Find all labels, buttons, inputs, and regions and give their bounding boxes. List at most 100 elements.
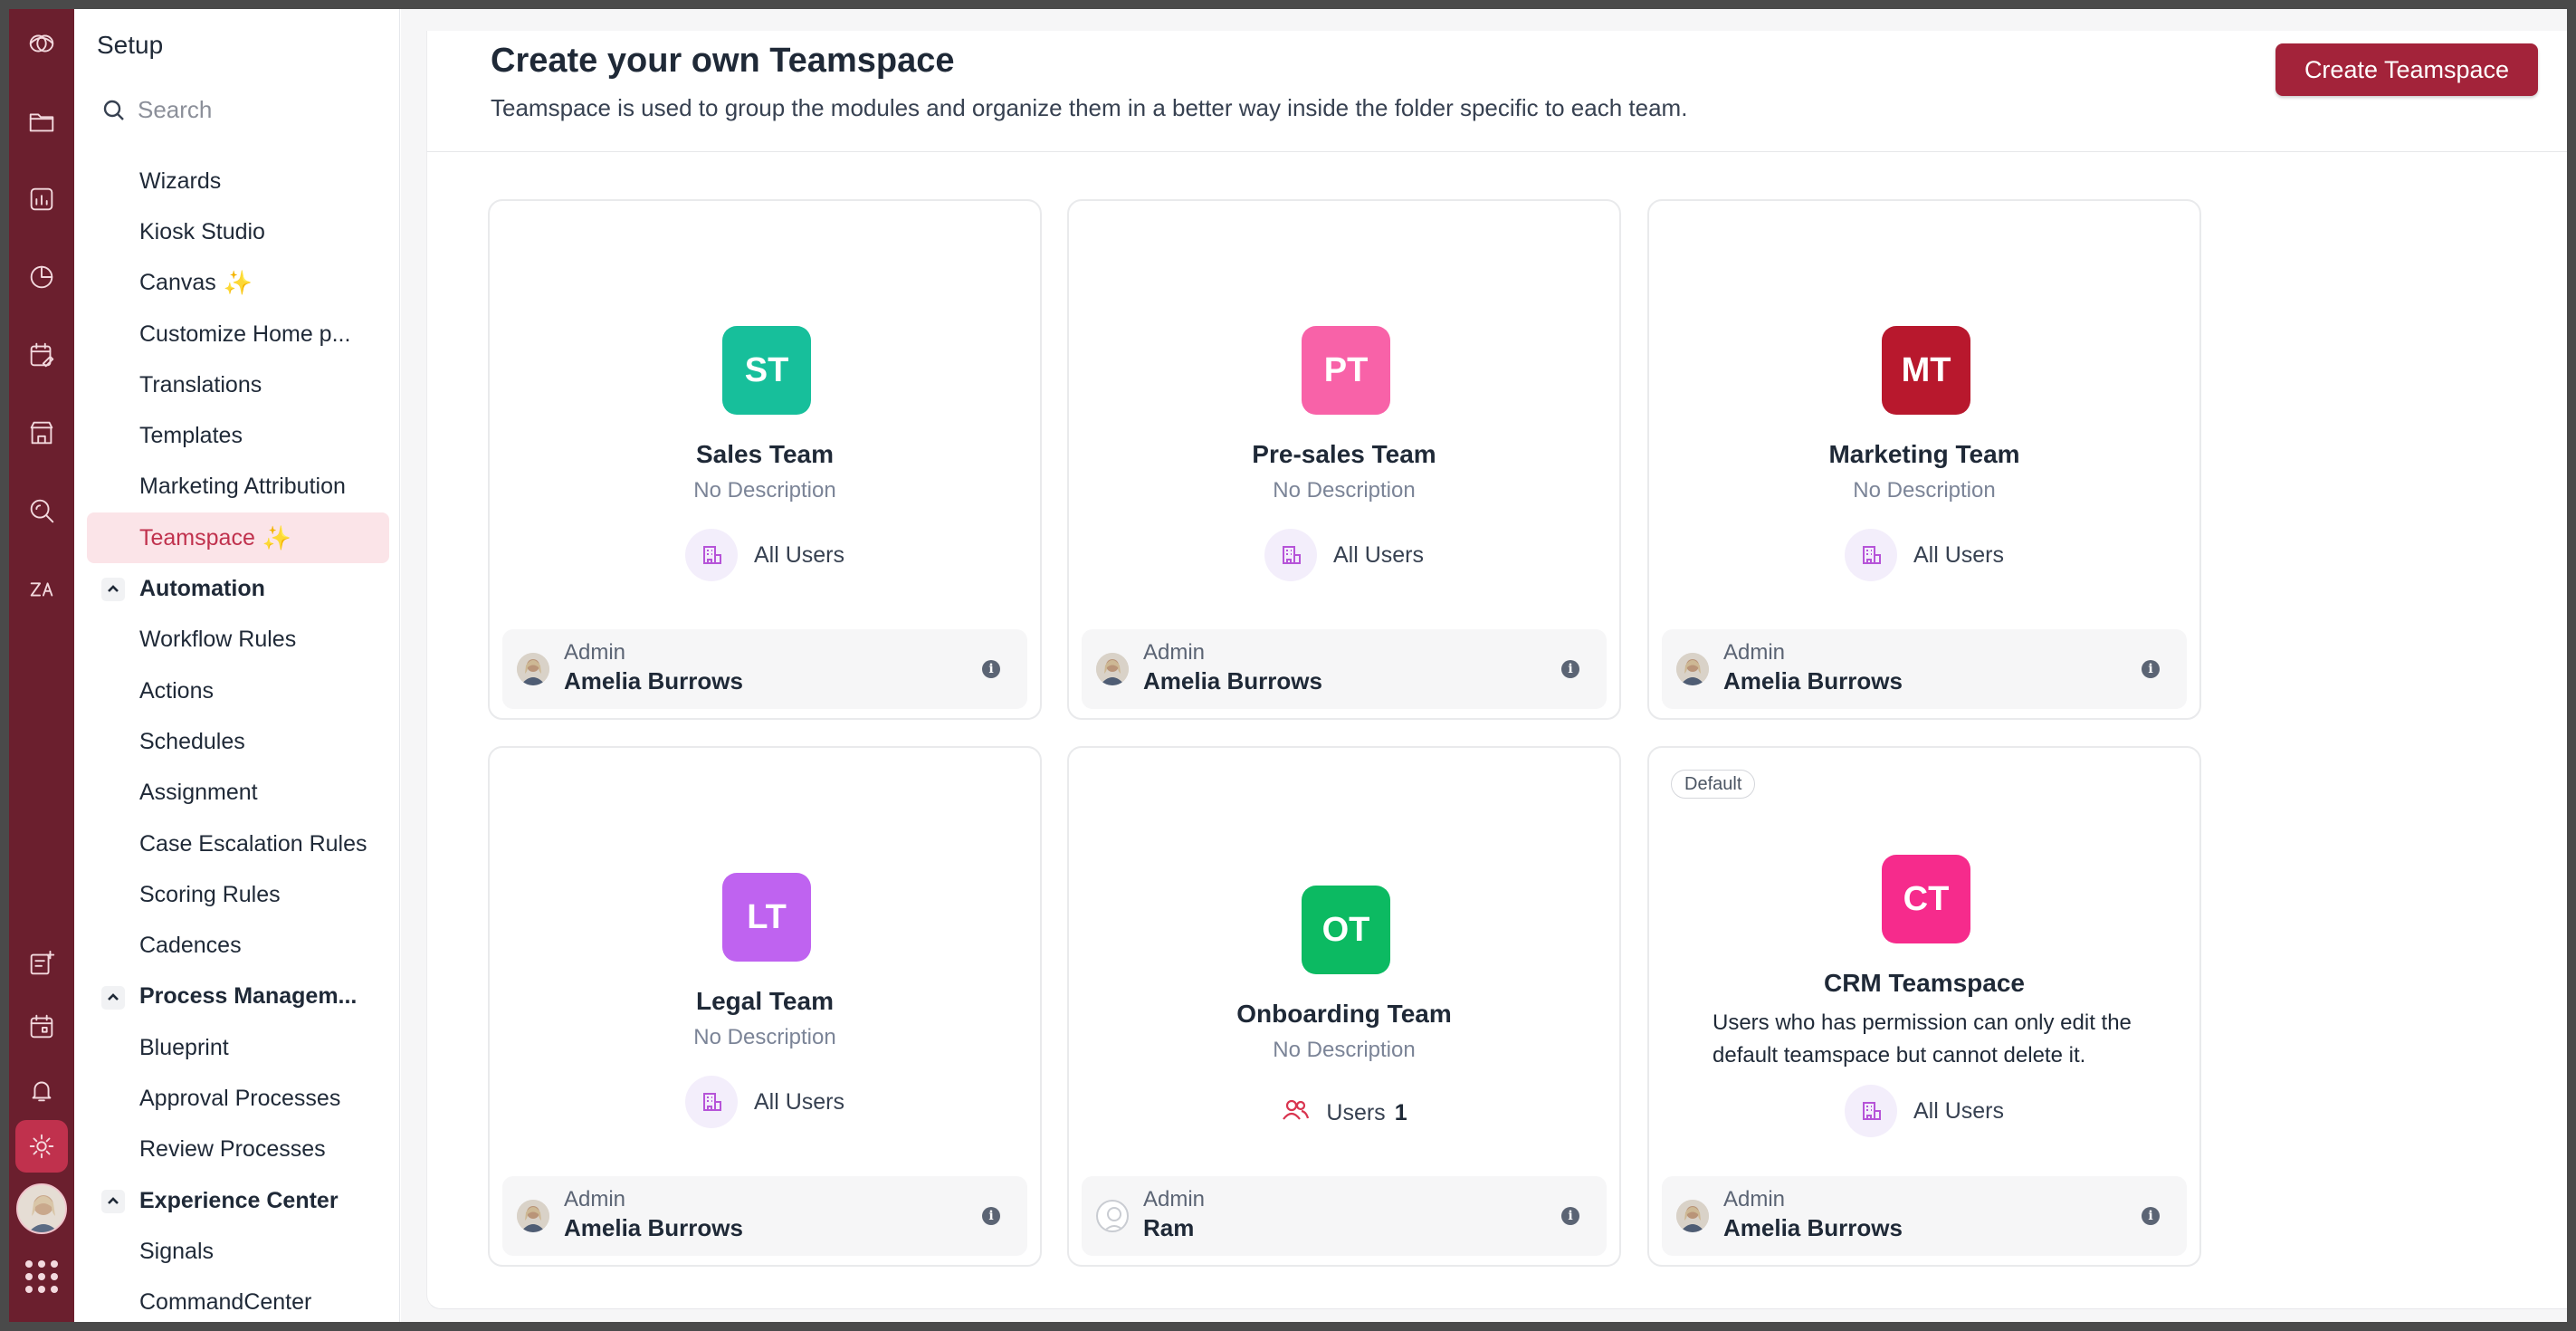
team-avatar: CT xyxy=(1882,855,1970,943)
sidebar-item-label: Case Escalation Rules xyxy=(139,830,367,857)
sidebar-item-label: Automation xyxy=(139,576,265,602)
create-teamspace-button[interactable]: Create Teamspace xyxy=(2275,43,2538,96)
sidebar-item-label: Cadences xyxy=(139,933,242,959)
sidebar-item[interactable]: Translations xyxy=(74,359,400,410)
reports-icon[interactable] xyxy=(20,177,63,221)
teamspace-card[interactable]: ST Sales Team No Description All Users Admin… xyxy=(488,199,1042,720)
sidebar-item[interactable]: Review Processes xyxy=(74,1125,400,1175)
team-description: No Description xyxy=(1273,478,1416,503)
sidebar-item[interactable]: Actions xyxy=(74,666,400,716)
sidebar-item-label: Customize Home p... xyxy=(139,321,351,347)
info-icon[interactable]: i xyxy=(982,660,1000,678)
sidebar-title: Setup xyxy=(97,31,164,59)
admin-name: Amelia Burrows xyxy=(564,1214,743,1241)
sidebar-item-label: Kiosk Studio xyxy=(139,218,265,244)
sidebar-item[interactable]: Customize Home p... xyxy=(74,309,400,359)
admin-label: Admin xyxy=(1723,1187,1786,1211)
sidebar-item[interactable]: Case Escalation Rules xyxy=(74,819,400,869)
sidebar-item-label: Schedules xyxy=(139,728,245,754)
admin-label: Admin xyxy=(564,640,626,665)
sidebar-item[interactable]: Teamspace ✨ xyxy=(87,512,389,564)
analytics-icon[interactable] xyxy=(20,255,63,299)
admin-label: Admin xyxy=(564,1187,626,1211)
zia-icon[interactable] xyxy=(20,567,63,610)
sidebar-item[interactable]: Assignment xyxy=(74,768,400,819)
info-icon[interactable]: i xyxy=(2142,660,2160,678)
team-description: No Description xyxy=(1853,478,1996,503)
search-input[interactable] xyxy=(138,96,364,124)
users-icon xyxy=(1281,1096,1310,1131)
search-zoom-icon[interactable] xyxy=(20,489,63,532)
team-name: Legal Team xyxy=(696,987,834,1015)
sidebar-item[interactable]: Kiosk Studio xyxy=(74,206,400,257)
sparkle-icon: ✨ xyxy=(223,269,253,297)
folder-icon[interactable] xyxy=(20,100,63,143)
cloud-logo-icon[interactable] xyxy=(20,22,63,65)
sidebar-item-label: Templates xyxy=(139,423,243,449)
info-icon[interactable]: i xyxy=(2142,1207,2160,1225)
admin-bar: Admin Amelia Burrows i xyxy=(1662,629,2187,709)
admin-bar: Admin Amelia Burrows i xyxy=(502,629,1027,709)
marketplace-icon[interactable] xyxy=(20,411,63,455)
sidebar-item[interactable]: Schedules xyxy=(74,716,400,767)
team-avatar: LT xyxy=(722,873,811,962)
sidebar-nav: Wizards Kiosk Studio Canvas ✨ Customize Home… xyxy=(74,156,400,1328)
user-avatar[interactable] xyxy=(16,1183,67,1234)
admin-name: Amelia Burrows xyxy=(1723,1214,1903,1241)
admin-avatar xyxy=(517,1200,549,1232)
sidebar-item-label: Process Managem... xyxy=(139,983,358,1010)
team-name: Pre-sales Team xyxy=(1252,440,1436,468)
building-icon xyxy=(684,1076,738,1128)
sparkle-icon: ✨ xyxy=(262,523,292,551)
info-icon[interactable]: i xyxy=(982,1207,1000,1225)
access-label: Users xyxy=(1326,1100,1386,1125)
calendar-edit-icon[interactable] xyxy=(20,333,63,377)
sidebar-item-label: Blueprint xyxy=(139,1034,229,1060)
sidebar-section[interactable]: Automation xyxy=(74,563,400,614)
info-icon[interactable]: i xyxy=(1561,1207,1579,1225)
chevron-up-icon[interactable] xyxy=(101,1189,125,1213)
building-icon xyxy=(1844,1085,1897,1137)
sidebar-search[interactable] xyxy=(101,96,364,124)
sidebar-item[interactable]: Wizards xyxy=(74,156,400,206)
sidebar-item[interactable]: Signals xyxy=(74,1226,400,1277)
admin-avatar xyxy=(1096,1200,1129,1232)
teamspace-card[interactable]: PT Pre-sales Team No Description All Users A… xyxy=(1067,199,1621,720)
apps-grid-icon[interactable] xyxy=(25,1260,58,1293)
teamspace-card[interactable]: OT Onboarding Team No Description Users 1 Adm… xyxy=(1067,746,1621,1267)
team-access: All Users xyxy=(1649,529,2199,581)
sidebar-item[interactable]: Templates xyxy=(74,410,400,461)
sidebar-item[interactable]: Scoring Rules xyxy=(74,869,400,920)
teamspace-card[interactable]: MT Marketing Team No Description All Users A… xyxy=(1647,199,2201,720)
team-description: Users who has permission can only edit t… xyxy=(1713,1010,2132,1068)
teamspace-card[interactable]: LT Legal Team No Description All Users Admin… xyxy=(488,746,1042,1267)
sidebar-item-label: Translations xyxy=(139,371,262,397)
team-name: Onboarding Team xyxy=(1236,1000,1452,1028)
sidebar-item-label: Canvas xyxy=(139,270,216,296)
gear-icon[interactable] xyxy=(15,1120,68,1173)
team-avatar: MT xyxy=(1882,326,1970,415)
sidebar-item[interactable]: Marketing Attribution xyxy=(74,462,400,512)
sidebar-item[interactable]: Approval Processes xyxy=(74,1073,400,1124)
sidebar-item[interactable]: Workflow Rules xyxy=(74,615,400,666)
sidebar-item[interactable]: Cadences xyxy=(74,920,400,971)
team-avatar: OT xyxy=(1302,886,1390,974)
admin-bar: Admin Ram i xyxy=(1082,1176,1607,1256)
sidebar-item[interactable]: Canvas ✨ xyxy=(74,258,400,309)
teamspace-card[interactable]: Default CT CRM Teamspace Users who has perm… xyxy=(1647,746,2201,1267)
sidebar-section[interactable]: Experience Center xyxy=(74,1175,400,1226)
admin-bar: Admin Amelia Burrows i xyxy=(1082,629,1607,709)
sidebar-item[interactable]: Blueprint xyxy=(74,1022,400,1073)
info-icon[interactable]: i xyxy=(1561,660,1579,678)
team-name: CRM Teamspace xyxy=(1823,969,2025,997)
calendar-icon[interactable] xyxy=(20,1005,63,1049)
sidebar-item[interactable]: CommandCenter xyxy=(74,1278,400,1328)
admin-name: Ram xyxy=(1143,1214,1195,1241)
teamspace-grid: ST Sales Team No Description All Users Admin… xyxy=(426,152,2571,1309)
chevron-up-icon[interactable] xyxy=(101,578,125,602)
access-label: All Users xyxy=(1332,541,1424,568)
chevron-up-icon[interactable] xyxy=(101,985,125,1010)
notes-add-icon[interactable] xyxy=(20,942,63,985)
sidebar-section[interactable]: Process Managem... xyxy=(74,972,400,1022)
bell-icon[interactable] xyxy=(20,1068,63,1112)
